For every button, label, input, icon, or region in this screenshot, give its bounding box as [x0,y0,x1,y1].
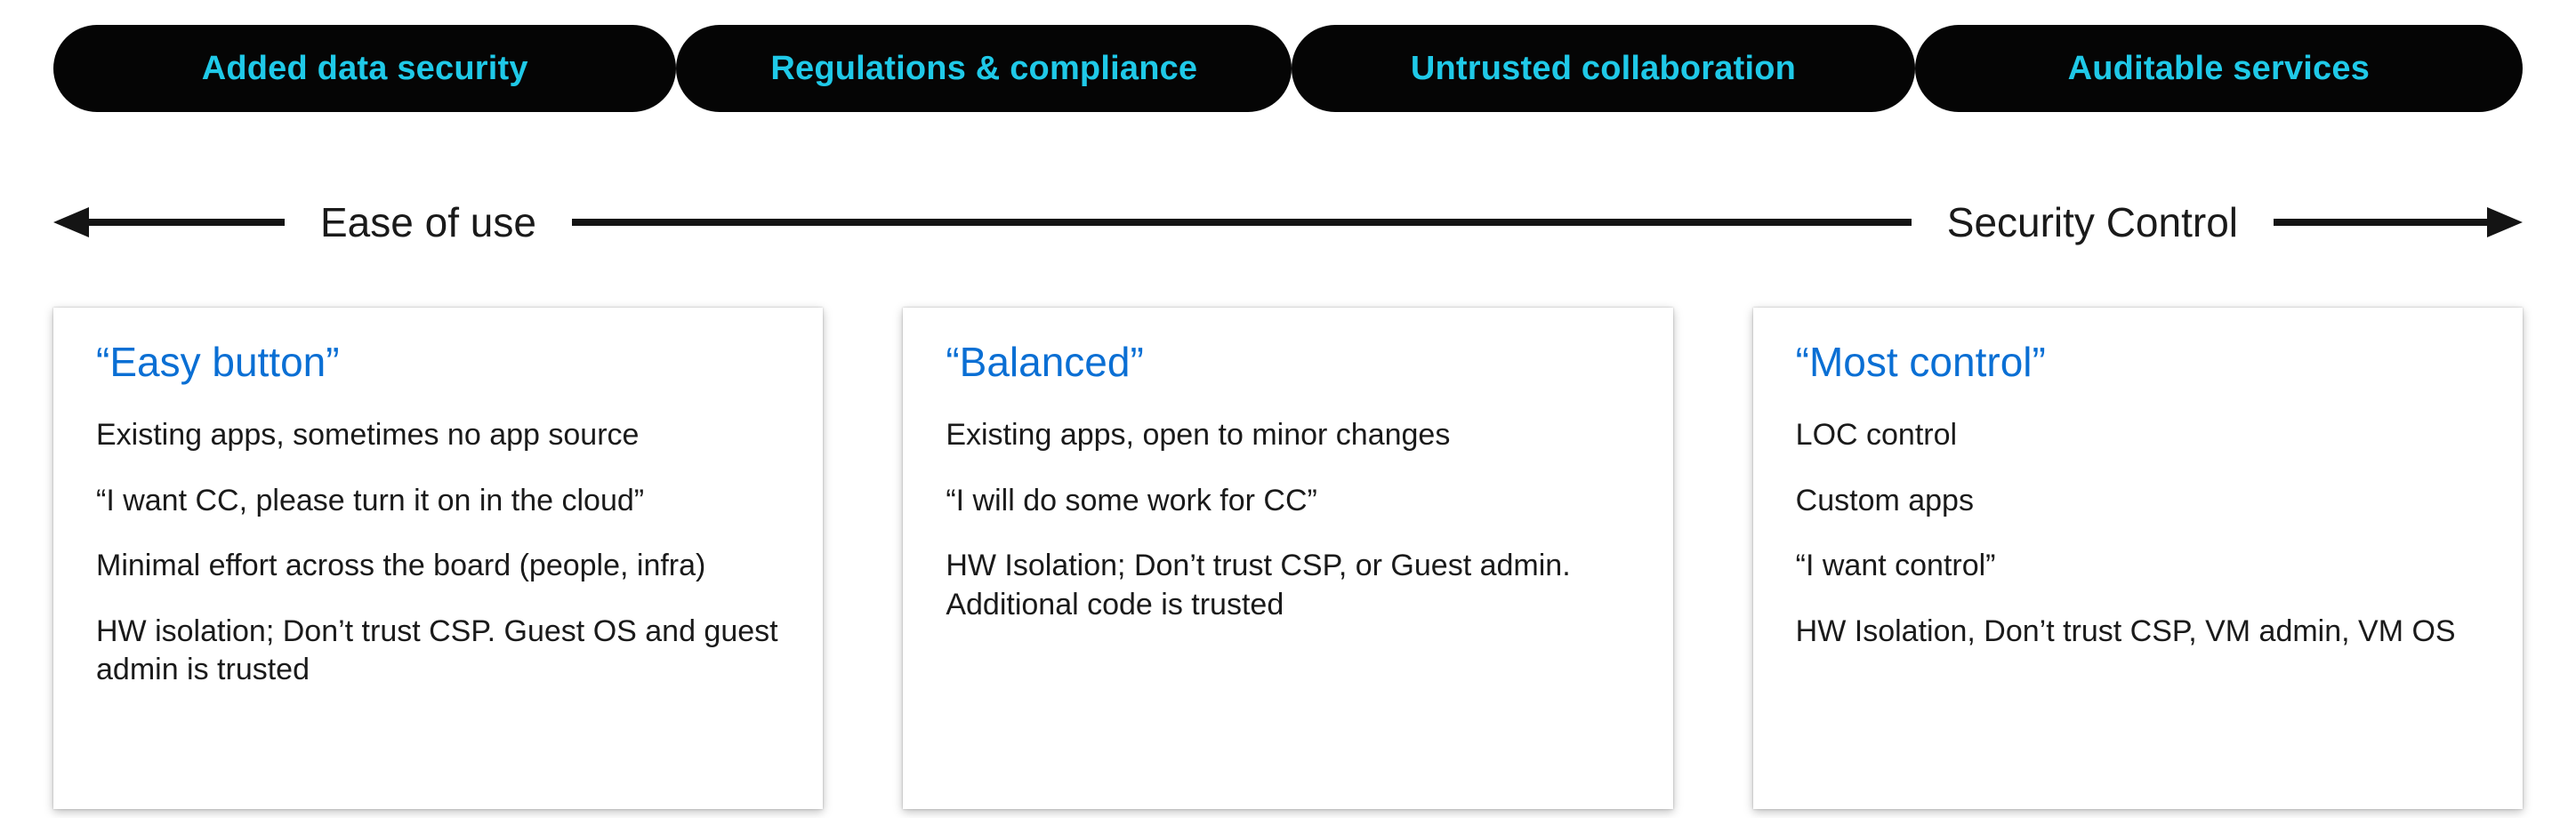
card-line: Custom apps [1796,482,2480,521]
card-line: HW Isolation; Don’t trust CSP, or Guest … [946,547,1630,624]
card-easy-button: “Easy button” Existing apps, sometimes n… [53,308,823,809]
card-line: “I want CC, please turn it on in the clo… [96,482,780,521]
category-pill-auditable-services: Auditable services [1915,25,2523,112]
card-line: LOC control [1796,416,2480,455]
diagram-canvas: Added data security Regulations & compli… [0,0,2576,818]
card-row: “Easy button” Existing apps, sometimes n… [53,308,2523,809]
spectrum-axis: Ease of use Security Control [53,182,2523,262]
axis-label-security-control: Security Control [1912,198,2274,246]
category-pill-data-security: Added data security [53,25,676,112]
card-line: Minimal effort across the board (people,… [96,547,780,586]
card-title: “Most control” [1796,338,2480,386]
card-line: “I will do some work for CC” [946,482,1630,521]
category-pill-regulations: Regulations & compliance [676,25,1292,112]
card-line: Existing apps, sometimes no app source [96,416,780,455]
card-title: “Easy button” [96,338,780,386]
category-pill-row: Added data security Regulations & compli… [53,25,2523,112]
card-most-control: “Most control” LOC control Custom apps “… [1753,308,2523,809]
card-line: HW Isolation, Don’t trust CSP, VM admin,… [1796,613,2480,652]
card-title: “Balanced” [946,338,1630,386]
card-balanced: “Balanced” Existing apps, open to minor … [903,308,1672,809]
category-pill-untrusted-collab: Untrusted collaboration [1292,25,1914,112]
card-line: “I want control” [1796,547,2480,586]
axis-label-ease-of-use: Ease of use [285,198,572,246]
card-line: Existing apps, open to minor changes [946,416,1630,455]
card-line: HW isolation; Don’t trust CSP. Guest OS … [96,613,780,690]
